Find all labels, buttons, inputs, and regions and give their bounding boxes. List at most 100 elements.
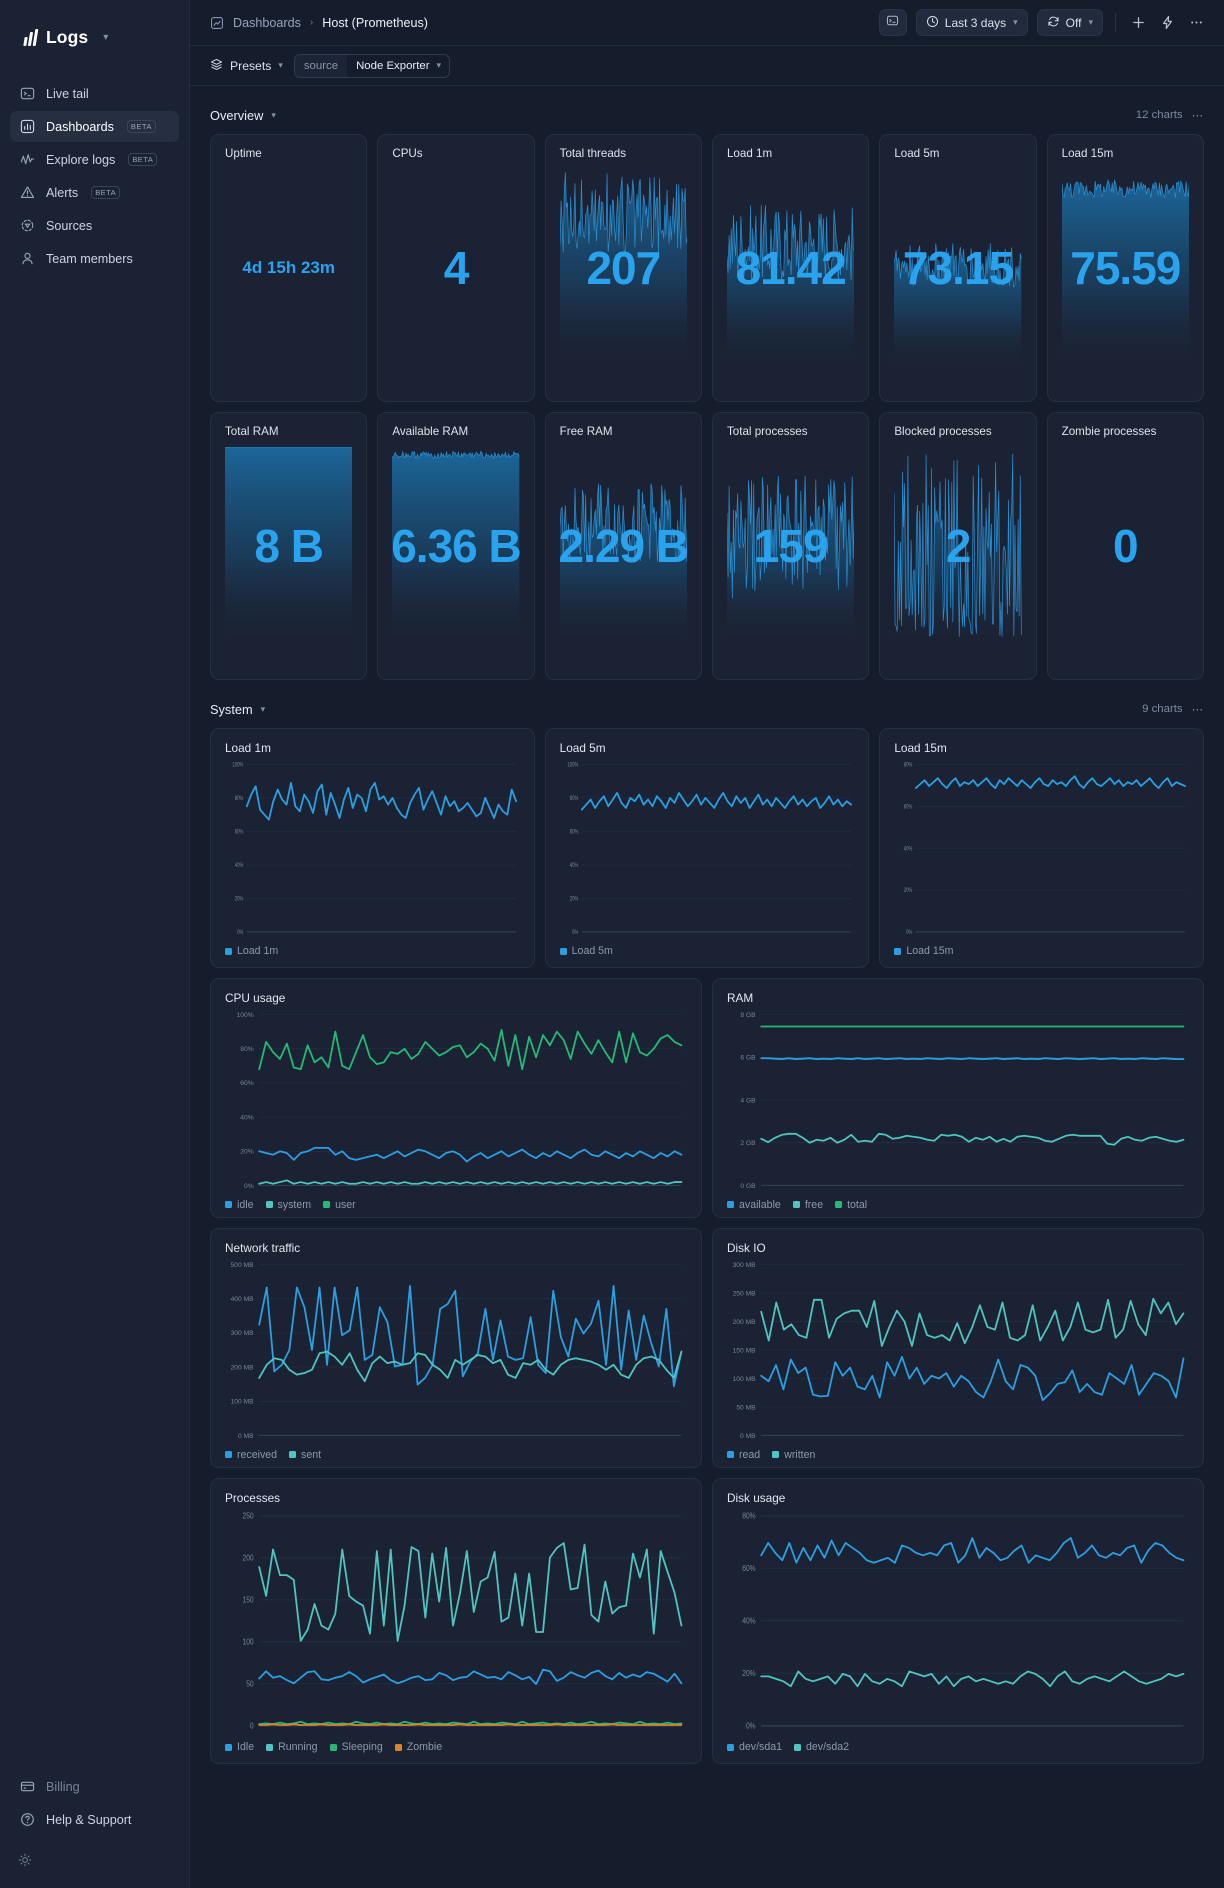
legend-swatch	[225, 1201, 232, 1209]
chart-card[interactable]: Load 1m 100% 80% 60% 40% 20% 0% Load 1m	[210, 728, 535, 968]
legend-label: Load 5m	[571, 945, 613, 957]
presets-selector[interactable]: Presets ▾	[210, 58, 283, 74]
legend-swatch	[559, 947, 567, 955]
svg-text:0: 0	[250, 1721, 254, 1731]
legend-item[interactable]: system	[265, 1199, 311, 1211]
legend-item[interactable]: received	[225, 1449, 277, 1461]
source-filter-chip[interactable]: source Node Exporter ▾	[293, 53, 451, 78]
stat-card-value: 2	[945, 520, 972, 572]
chart-card[interactable]: CPU usage 100% 80% 60% 40% 20% 0% idle system use…	[210, 978, 702, 1218]
sidebar-item-billing[interactable]: Billing	[10, 1771, 179, 1802]
sidebar-item-label: Billing	[46, 1779, 80, 1794]
legend-label: written	[784, 1448, 816, 1461]
legend-label: sent	[301, 1448, 322, 1461]
legend-item[interactable]: idle	[225, 1199, 254, 1211]
legend-item[interactable]: Zombie	[394, 1741, 442, 1753]
chart-legend: Idle Running Sleeping Zombie	[225, 1741, 687, 1753]
stat-card-title: Available RAM	[392, 425, 469, 438]
legend-item[interactable]: Load 15m	[894, 945, 953, 957]
stat-card-title: CPUs	[392, 147, 423, 160]
sidebar-item-help-support[interactable]: Help & Support	[10, 1804, 179, 1835]
chart-card[interactable]: Disk IO 300 MB 250 MB 200 MB 150 MB 100 MB 50 …	[712, 1228, 1204, 1468]
overview-stat-grid-row1: Uptime 4d 15h 23m CPUs 4 Total threads 207 Loa…	[210, 134, 1204, 402]
system-charts-row-net-disk: Network traffic 500 MB 400 MB 300 MB 200 MB 1…	[210, 1228, 1204, 1468]
svg-text:60%: 60%	[240, 1080, 253, 1087]
stat-card[interactable]: Total threads 207	[544, 134, 702, 402]
legend-item[interactable]: Load 1m	[225, 945, 278, 957]
chart-plot-area: 100% 80% 60% 40% 20% 0%	[560, 759, 855, 940]
chart-legend: received sent	[225, 1449, 687, 1461]
chart-title: CPU usage	[225, 991, 286, 1005]
legend-item[interactable]: Load 5m	[559, 945, 613, 957]
chart-card[interactable]: Load 5m 100% 80% 60% 40% 20% 0% Load 5m	[544, 728, 870, 968]
legend-item[interactable]: read	[727, 1449, 760, 1461]
chart-plot-area: 300 MB 250 MB 200 MB 150 MB 100 MB 50 MB 0 MB	[727, 1259, 1189, 1444]
source-filter-value-wrap[interactable]: Node Exporter ▾	[347, 55, 449, 77]
legend-swatch	[265, 1201, 273, 1209]
chart-card[interactable]: Disk usage 80% 60% 40% 20% 0% dev/sda1 dev/sda2	[712, 1478, 1204, 1764]
stat-card[interactable]: Uptime 4d 15h 23m	[210, 134, 368, 402]
theme-toggle-button[interactable]	[0, 1849, 189, 1888]
svg-text:250 MB: 250 MB	[733, 1290, 757, 1297]
stat-card-value: 81.42	[735, 242, 847, 294]
legend-item[interactable]: total	[835, 1199, 867, 1211]
stat-card[interactable]: Load 5m 73.15	[879, 134, 1037, 402]
legend-item[interactable]: available	[727, 1199, 781, 1211]
lightning-button[interactable]	[1157, 13, 1177, 33]
refresh-interval-selector[interactable]: Off ▾	[1036, 9, 1103, 36]
legend-swatch	[894, 947, 902, 955]
stat-card[interactable]: Load 15m 75.59	[1046, 134, 1204, 402]
add-chart-button[interactable]	[1128, 13, 1148, 33]
section-more-icon[interactable]: ⋯	[1192, 702, 1204, 716]
chart-card[interactable]: Network traffic 500 MB 400 MB 300 MB 200 MB 1…	[210, 1228, 702, 1468]
section-chart-count: 12 charts	[1135, 109, 1183, 121]
stat-card-value: 0	[1113, 520, 1139, 572]
sidebar-item-explore-logs[interactable]: Explore logs BETA	[10, 144, 179, 175]
legend-item[interactable]: dev/sda2	[794, 1741, 849, 1753]
section-title-group[interactable]: System ▾	[210, 702, 265, 717]
chart-card[interactable]: Processes 250 200 150 100 50 0 Idle Running Sleep…	[210, 1478, 702, 1764]
legend-item[interactable]: Sleeping	[329, 1741, 383, 1753]
refresh-icon	[1047, 15, 1060, 31]
legend-item[interactable]: Running	[266, 1741, 318, 1753]
stat-card[interactable]: Load 1m 81.42	[711, 134, 870, 402]
breadcrumb-root[interactable]: Dashboards	[233, 16, 301, 30]
stat-card[interactable]: Free RAM 2.29 B	[544, 412, 702, 680]
terminal-window-icon	[886, 14, 899, 32]
terminal-window-button[interactable]	[878, 9, 907, 36]
sidebar-item-live-tail[interactable]: Live tail	[10, 78, 179, 109]
sidebar-item-dashboards[interactable]: Dashboards BETA	[10, 111, 179, 142]
time-range-selector[interactable]: Last 3 days ▾	[915, 9, 1028, 36]
stat-card[interactable]: CPUs 4	[377, 134, 535, 402]
legend-item[interactable]: Idle	[225, 1741, 254, 1753]
legend-item[interactable]: dev/sda1	[727, 1741, 782, 1753]
brand[interactable]: Logs ▾	[0, 0, 189, 56]
stat-card[interactable]: Blocked processes 2	[879, 412, 1037, 680]
chart-card[interactable]: RAM 8 GB 6 GB 4 GB 2 GB 0 GB available free tota…	[712, 978, 1204, 1218]
section-header-overview: Overview ▾ 12 charts ⋯	[210, 100, 1204, 130]
stat-card[interactable]: Total processes 159	[711, 412, 870, 680]
legend-item[interactable]: free	[792, 1199, 823, 1211]
legend-item[interactable]: written	[772, 1449, 815, 1461]
chevron-down-icon[interactable]: ▾	[271, 110, 276, 121]
chart-title: Disk usage	[727, 1491, 786, 1505]
sidebar-item-alerts[interactable]: Alerts BETA	[10, 177, 179, 208]
more-options-button[interactable]	[1186, 13, 1206, 33]
sidebar-nav: Live tail Dashboards BETA Explore logs B…	[0, 78, 189, 274]
svg-text:20%: 20%	[235, 896, 244, 903]
chevron-down-icon[interactable]: ▾	[103, 32, 108, 43]
section-more-icon[interactable]: ⋯	[1192, 108, 1204, 122]
chart-card[interactable]: Load 15m 80% 60% 40% 20% 0% Load 15m	[879, 728, 1204, 968]
stat-card[interactable]: Total RAM 8 B	[210, 412, 368, 680]
legend-item[interactable]: user	[323, 1199, 356, 1211]
stat-card[interactable]: Available RAM 6.36 B	[377, 412, 535, 680]
sidebar-item-sources[interactable]: Sources	[10, 210, 179, 241]
sidebar-item-team-members[interactable]: Team members	[10, 243, 179, 274]
svg-text:8 GB: 8 GB	[740, 1012, 756, 1019]
legend-item[interactable]: sent	[289, 1449, 321, 1461]
divider	[1115, 13, 1116, 32]
stat-card[interactable]: Zombie processes 0	[1046, 412, 1204, 680]
chevron-down-icon[interactable]: ▾	[261, 704, 266, 715]
stat-card-title: Total processes	[726, 425, 808, 438]
section-title-group[interactable]: Overview ▾	[210, 108, 276, 123]
